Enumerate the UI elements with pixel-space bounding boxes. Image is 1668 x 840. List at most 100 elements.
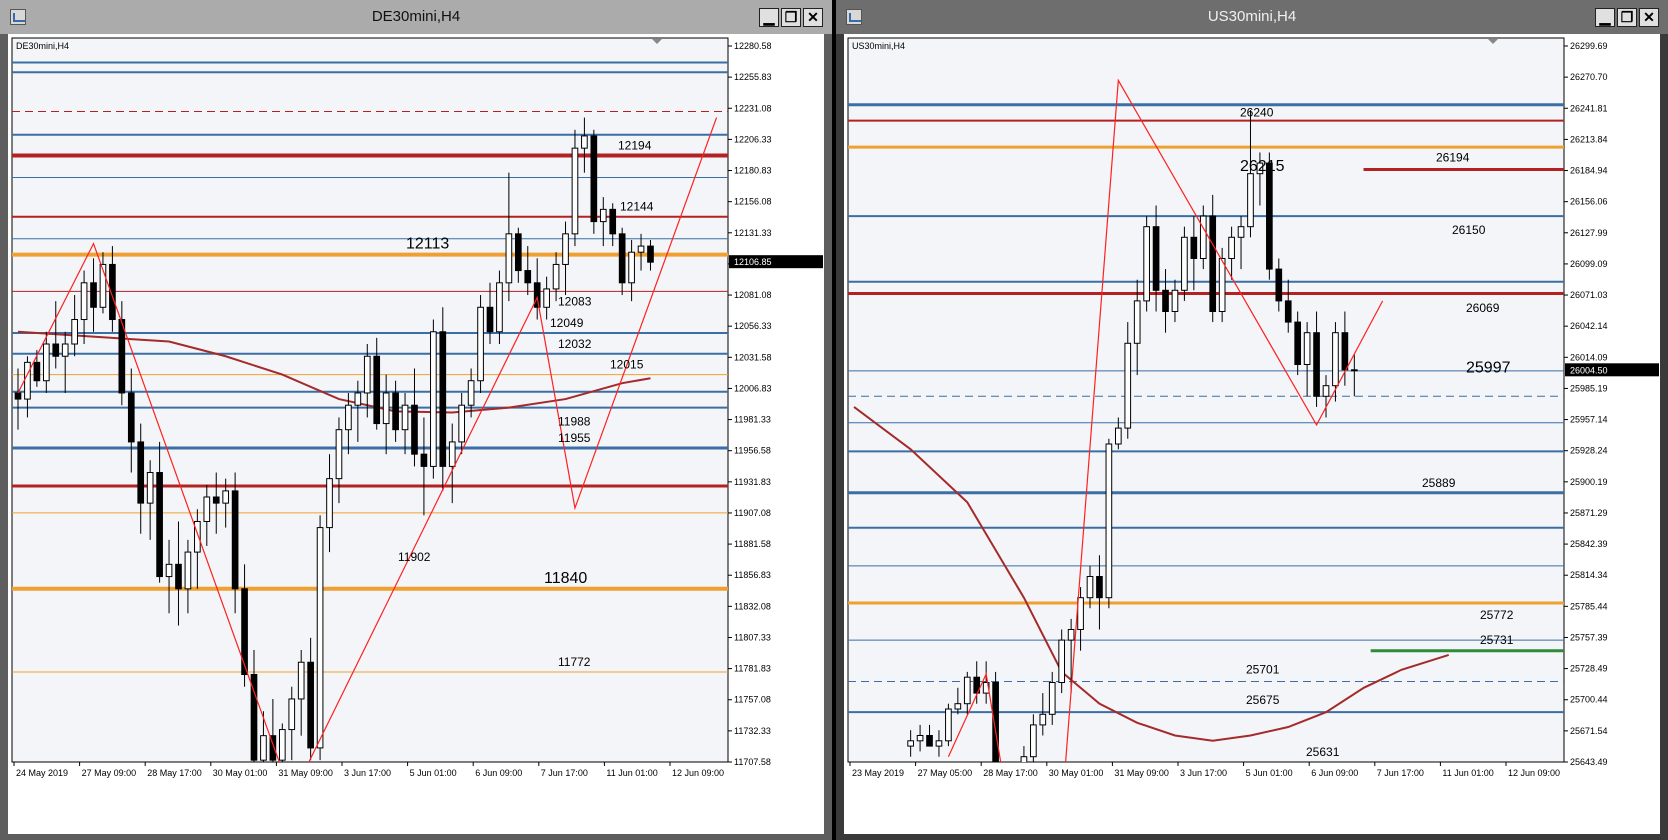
level-price-label: 11840 xyxy=(544,570,587,587)
candle-body xyxy=(260,735,267,761)
level-price-label: 12194 xyxy=(618,139,652,153)
candle-body xyxy=(307,661,314,749)
candle-body xyxy=(1048,681,1056,715)
time-axis-label: 5 Jun 01:00 xyxy=(1246,768,1293,778)
candle-body xyxy=(61,343,69,357)
close-button[interactable]: ✕ xyxy=(803,8,823,27)
candle-body xyxy=(1284,300,1292,323)
candle-body xyxy=(1275,268,1283,302)
candle-body xyxy=(231,490,239,590)
level-price-label: 25631 xyxy=(1306,745,1340,759)
price-axis-label: 25671.54 xyxy=(1570,726,1608,736)
candle-body xyxy=(203,496,211,522)
restore-button[interactable]: ❐ xyxy=(1617,8,1637,27)
price-chart[interactable]: 12194 12144 12113 12083 12049 12032 12015 11988… xyxy=(8,34,824,834)
chart-area[interactable]: 12194 12144 12113 12083 12049 12032 12015 11988… xyxy=(8,34,824,834)
candle-body xyxy=(401,404,409,431)
price-axis-label: 25814.34 xyxy=(1570,570,1608,580)
candle-body xyxy=(458,404,466,443)
candle-body xyxy=(926,734,933,747)
candle-body xyxy=(907,740,914,747)
candle-body xyxy=(1228,236,1235,259)
price-axis-label: 12006.83 xyxy=(734,383,772,393)
candle-body xyxy=(1067,628,1075,641)
candle-body xyxy=(1237,226,1245,238)
window-title: DE30mini,H4 xyxy=(371,8,461,25)
candle-body xyxy=(916,734,924,742)
candle-body xyxy=(316,527,324,749)
level-price-label: 12113 xyxy=(406,236,449,253)
candle-body xyxy=(278,729,286,761)
time-axis-label: 30 May 01:00 xyxy=(213,768,268,778)
candle-body xyxy=(241,588,248,675)
chart-window-de30[interactable]: DE30mini,H4 ▁ ❐ ✕ 12194 12144 12113 12083 12… xyxy=(0,0,832,840)
level-price-label: 12015 xyxy=(610,358,644,372)
level-price-label: 11772 xyxy=(558,655,591,669)
price-axis-label: 11757.08 xyxy=(734,695,771,705)
chart-area[interactable]: 26240 26215 26194 26150 26069 25997 25889 25772… xyxy=(844,34,1660,834)
price-axis-label: 26099.09 xyxy=(1570,259,1608,269)
time-axis-label: 7 Jun 17:00 xyxy=(1377,768,1424,778)
price-axis-label: 25957.14 xyxy=(1570,415,1608,425)
candle-body xyxy=(1190,236,1198,259)
price-chart[interactable]: 26240 26215 26194 26150 26069 25997 25889 25772… xyxy=(844,34,1660,834)
price-axis-label: 11807.33 xyxy=(734,632,771,642)
close-button[interactable]: ✕ xyxy=(1639,8,1659,27)
level-price-label: 11955 xyxy=(558,431,591,445)
candle-body xyxy=(1171,289,1179,312)
price-axis-label: 26241.81 xyxy=(1570,103,1608,113)
time-axis-label: 6 Jun 09:00 xyxy=(1311,768,1358,778)
candle-body xyxy=(618,233,626,284)
price-axis-label: 26184.94 xyxy=(1570,166,1608,176)
candle-body xyxy=(222,490,230,504)
candle-body xyxy=(590,135,598,223)
candle-body xyxy=(505,233,513,284)
candle-body xyxy=(212,496,220,504)
title-bar[interactable]: DE30mini,H4 ▁ ❐ ✕ xyxy=(0,0,832,34)
price-axis-label: 11956.58 xyxy=(734,446,771,456)
price-axis-label: 25757.39 xyxy=(1570,632,1608,642)
candle-body xyxy=(609,208,617,235)
price-axis-label: 25842.39 xyxy=(1570,539,1608,549)
candle-body xyxy=(448,441,456,467)
level-price-label: 26069 xyxy=(1466,301,1500,315)
price-axis-label: 12231.08 xyxy=(734,103,772,113)
level-price-label: 25675 xyxy=(1246,693,1280,707)
candle-body xyxy=(581,135,588,149)
candle-body xyxy=(1124,342,1132,429)
candle-body xyxy=(552,263,560,290)
time-axis-label: 12 Jun 09:00 xyxy=(1508,768,1560,778)
candle-body xyxy=(628,251,635,284)
candle-body xyxy=(562,233,569,265)
candle-body xyxy=(297,661,305,700)
time-axis-label: 6 Jun 09:00 xyxy=(475,768,522,778)
candle-body xyxy=(420,453,428,467)
minimize-button[interactable]: ▁ xyxy=(1595,8,1615,27)
candle-body xyxy=(1096,575,1103,599)
price-axis-label: 12031.58 xyxy=(734,352,772,362)
candle-body xyxy=(146,472,154,504)
minimize-button[interactable]: ▁ xyxy=(759,8,779,27)
candle-body xyxy=(1199,215,1207,259)
candle-body xyxy=(1133,300,1141,344)
level-price-label: 12144 xyxy=(620,200,654,214)
price-axis-label: 25928.24 xyxy=(1570,446,1608,456)
price-axis-label: 25785.44 xyxy=(1570,601,1608,611)
level-price-label: 12032 xyxy=(558,337,592,351)
price-axis-label: 25643.49 xyxy=(1570,757,1608,767)
price-axis-label: 11707.58 xyxy=(734,757,771,767)
price-axis-label: 25700.44 xyxy=(1570,695,1608,705)
candle-body xyxy=(1332,332,1339,387)
chart-window-us30[interactable]: US30mini,H4 ▁ ❐ ✕ 26240 26215 26194 26150 26… xyxy=(836,0,1668,840)
time-axis-label: 24 May 2019 xyxy=(16,768,68,778)
price-axis-label: 11856.83 xyxy=(734,570,771,580)
candle-body xyxy=(1209,215,1217,312)
candle-body xyxy=(80,282,88,321)
title-bar[interactable]: US30mini,H4 ▁ ❐ ✕ xyxy=(836,0,1668,34)
candle-body xyxy=(1218,257,1226,312)
price-axis-label: 12206.33 xyxy=(734,134,772,144)
restore-button[interactable]: ❐ xyxy=(781,8,801,27)
time-axis-label: 5 Jun 01:00 xyxy=(410,768,457,778)
price-axis-label: 25985.19 xyxy=(1570,383,1608,393)
price-axis-label: 26071.03 xyxy=(1570,290,1608,300)
